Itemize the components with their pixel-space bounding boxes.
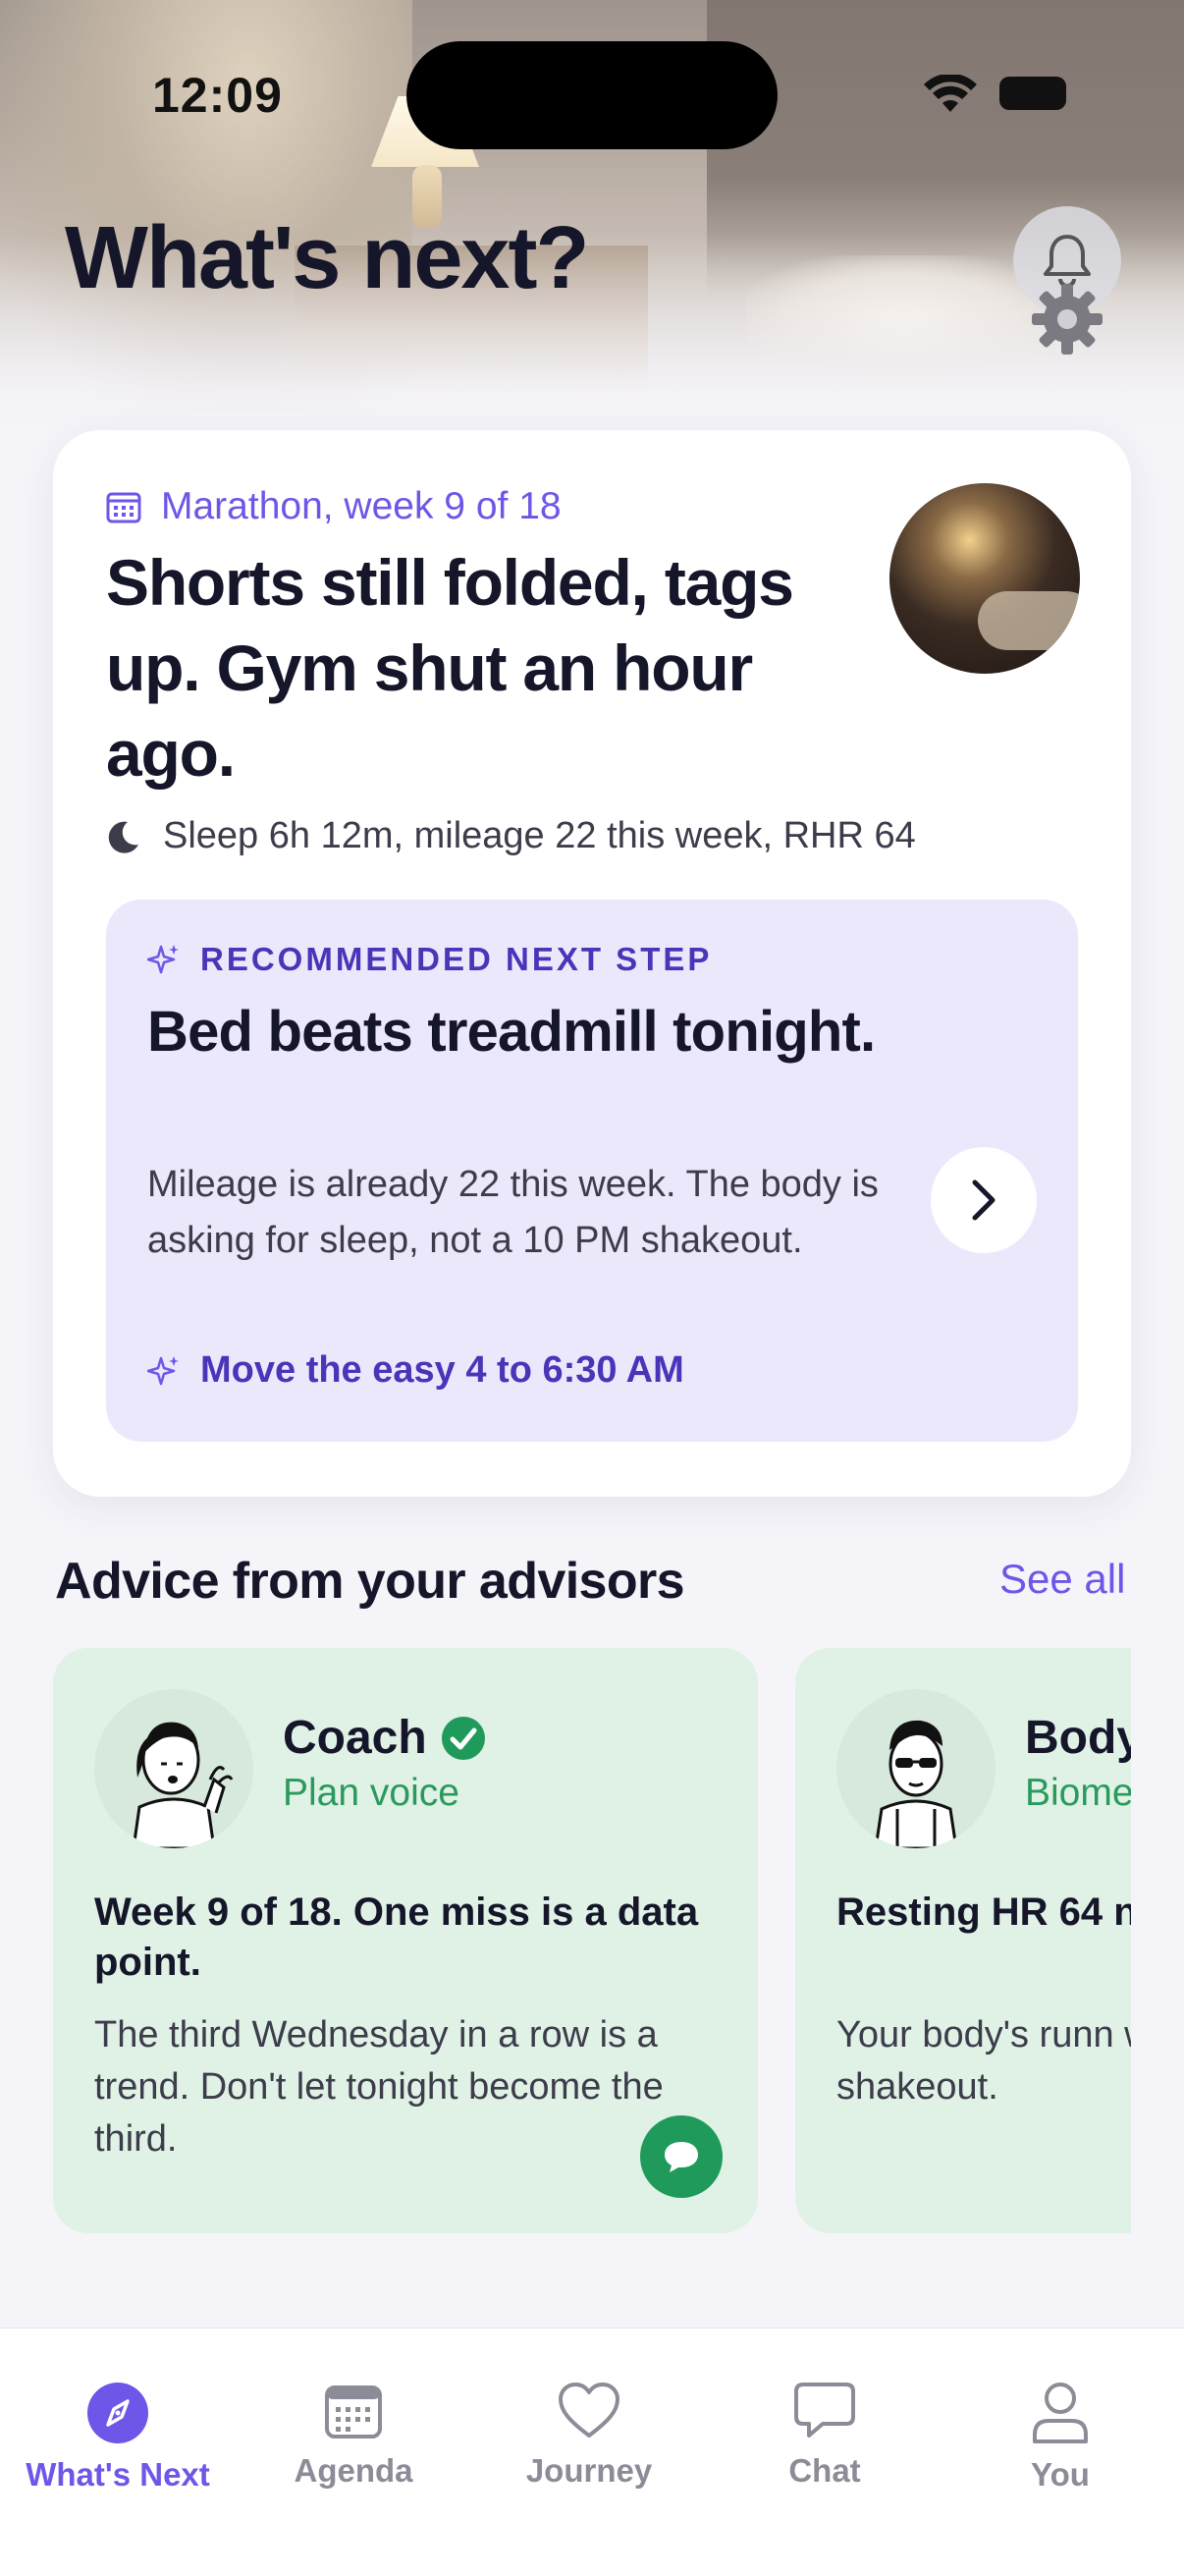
rec-title: Bed beats treadmill tonight. bbox=[147, 1000, 876, 1064]
advisors-section-title: Advice from your advisors bbox=[55, 1553, 685, 1610]
advisor-role: Plan voice bbox=[283, 1772, 459, 1814]
advisor-carousel[interactable]: Coach Plan voice Week 9 of 18. One miss … bbox=[53, 1648, 1131, 2233]
sparkle-icon bbox=[147, 945, 179, 974]
advisor-card-body[interactable]: Body Biome Resting HR 64 nights. Your bo… bbox=[795, 1648, 1131, 2233]
rec-action-link[interactable]: Move the easy 4 to 6:30 AM bbox=[147, 1349, 684, 1392]
tab-chat[interactable]: Chat bbox=[707, 2382, 942, 2490]
status-time: 12:09 bbox=[152, 68, 283, 123]
tab-whats-next[interactable]: What's Next bbox=[0, 2382, 236, 2494]
next-step-card[interactable]: Marathon, week 9 of 18 Shorts still fold… bbox=[53, 430, 1131, 1497]
rec-label-row: RECOMMENDED NEXT STEP bbox=[147, 941, 712, 978]
chevron-right-icon bbox=[972, 1179, 996, 1221]
recommended-next-step[interactable]: RECOMMENDED NEXT STEP Bed beats treadmil… bbox=[106, 900, 1078, 1442]
coach-avatar bbox=[94, 1689, 253, 1848]
tab-agenda[interactable]: Agenda bbox=[236, 2382, 471, 2490]
tab-label: Chat bbox=[788, 2452, 861, 2489]
advisor-name: Coach bbox=[283, 1712, 427, 1764]
tab-label: You bbox=[1031, 2456, 1090, 2493]
advisor-role: Biome bbox=[1025, 1772, 1131, 1814]
rec-body: Mileage is already 22 this week. The bod… bbox=[147, 1164, 879, 1261]
moon-icon bbox=[108, 821, 138, 853]
tab-bar: What's Next Agenda Journey Chat You bbox=[0, 2328, 1184, 2576]
advisor-name: Body bbox=[1025, 1712, 1131, 1764]
coach-name-row: Coach bbox=[283, 1711, 486, 1765]
plan-context: Marathon, week 9 of 18 bbox=[106, 485, 562, 528]
advisor-body: The third Wednesday in a row is a trend.… bbox=[94, 2014, 664, 2160]
chat-bubble-icon bbox=[794, 2383, 855, 2438]
chat-with-coach-button[interactable] bbox=[640, 2115, 723, 2198]
page-title: What's next? bbox=[65, 209, 589, 307]
see-all-link[interactable]: See all bbox=[999, 1556, 1125, 1603]
heart-icon bbox=[559, 2383, 619, 2438]
calendar-icon bbox=[106, 492, 141, 523]
tab-you[interactable]: You bbox=[942, 2382, 1178, 2494]
advisor-body: Your body's runn what it's asking f shak… bbox=[836, 2014, 1131, 2108]
advisor-headline: Resting HR 64 nights. bbox=[836, 1891, 1131, 1934]
dynamic-island bbox=[406, 41, 778, 149]
chat-bubble-icon bbox=[665, 2142, 698, 2172]
settings-button[interactable] bbox=[1013, 265, 1121, 373]
stats-text: Sleep 6h 12m, mileage 22 this week, RHR … bbox=[163, 815, 916, 856]
tab-label: What's Next bbox=[26, 2456, 210, 2493]
sparkle-icon bbox=[147, 1355, 179, 1385]
card-headline: Shorts still folded, tags up. Gym shut a… bbox=[106, 546, 794, 790]
tab-journey[interactable]: Journey bbox=[471, 2382, 707, 2490]
stats-row: Sleep 6h 12m, mileage 22 this week, RHR … bbox=[106, 815, 916, 857]
tab-label: Journey bbox=[525, 2452, 653, 2489]
person-icon bbox=[1033, 2383, 1088, 2443]
rec-action-label: Move the easy 4 to 6:30 AM bbox=[200, 1349, 684, 1391]
compass-icon bbox=[87, 2383, 148, 2443]
advisor-card-coach[interactable]: Coach Plan voice Week 9 of 18. One miss … bbox=[53, 1648, 758, 2233]
tab-label: Agenda bbox=[294, 2452, 413, 2489]
rec-label: RECOMMENDED NEXT STEP bbox=[200, 941, 713, 977]
battery-icon bbox=[999, 77, 1066, 110]
advisor-headline: Week 9 of 18. One miss is a data point. bbox=[94, 1891, 699, 1984]
body-avatar bbox=[836, 1689, 996, 1848]
verified-check-icon bbox=[441, 1716, 485, 1760]
calendar-icon bbox=[325, 2385, 382, 2439]
bedroom-thumbnail bbox=[889, 483, 1080, 674]
plan-context-label: Marathon, week 9 of 18 bbox=[161, 485, 562, 527]
wifi-icon bbox=[924, 75, 977, 112]
gear-icon bbox=[1032, 284, 1103, 355]
rec-open-button[interactable] bbox=[931, 1147, 1037, 1253]
body-name-row: Body bbox=[1025, 1711, 1131, 1765]
